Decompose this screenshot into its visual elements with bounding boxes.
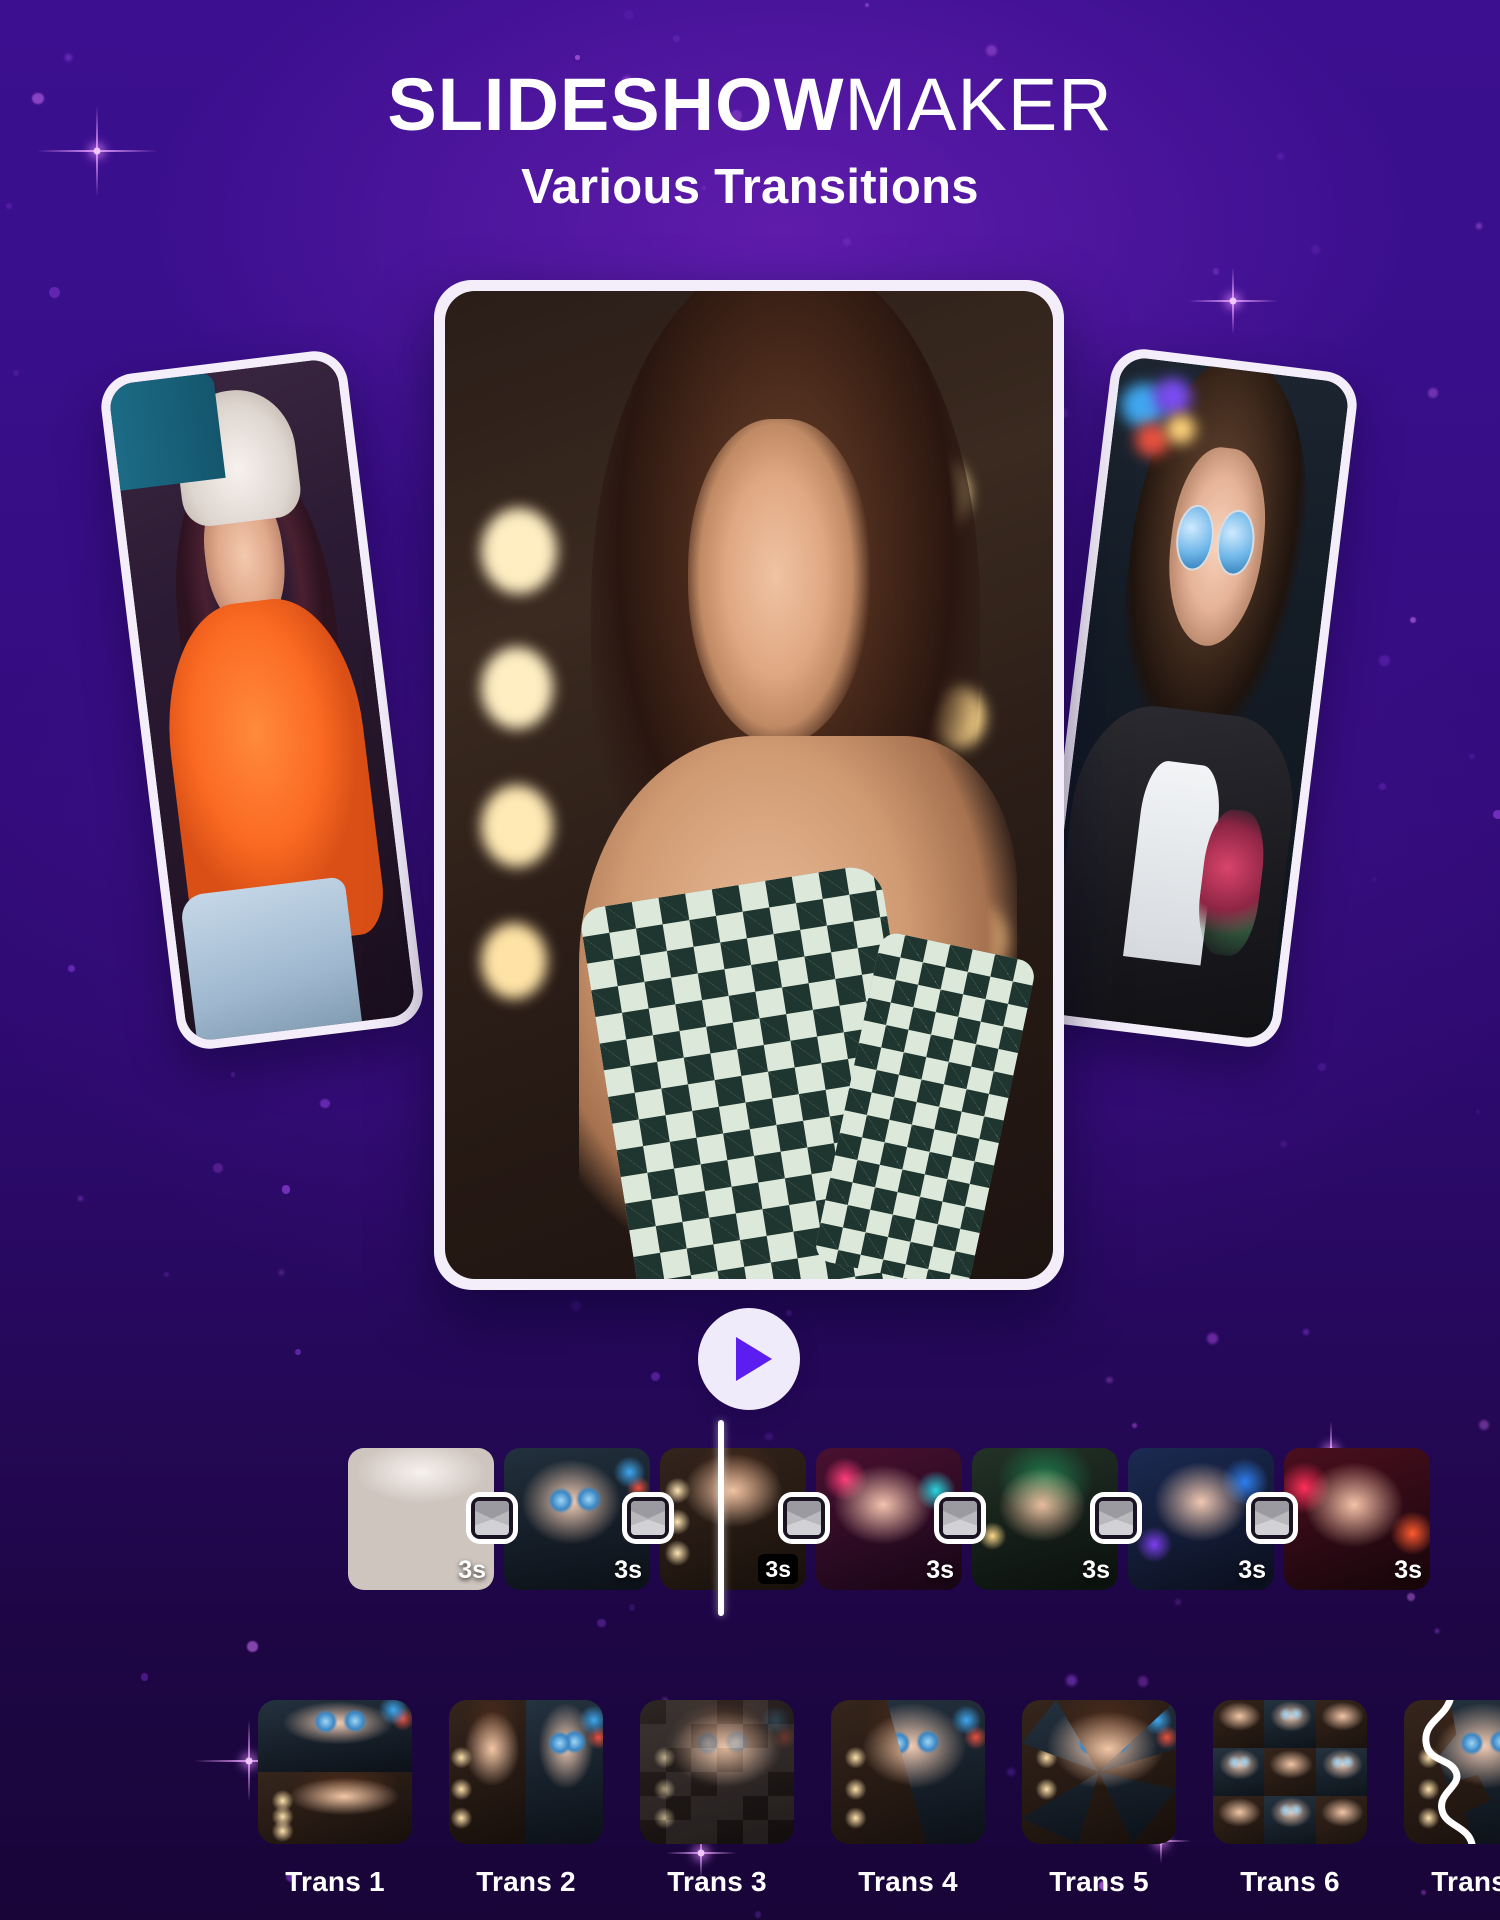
transition-preview-thumbnail [258,1700,412,1844]
transition-preview-thumbnail [1022,1700,1176,1844]
transition-option[interactable]: Trans 5 [1022,1700,1176,1898]
left-preview-photo [107,357,417,1043]
center-preview-screen [445,291,1053,1279]
clip-duration-label: 3s [458,1556,486,1584]
transition-option[interactable]: Trans 3 [640,1700,794,1898]
transition-icon-glyph [1099,1501,1133,1535]
transition-icon-glyph [1255,1501,1289,1535]
timeline[interactable]: 3s 3s 3s 3s 3s 3s 3s [0,1420,1500,1616]
transition-preview-thumbnail [831,1700,985,1844]
header: SLIDESHOWMAKER Various Transitions [0,0,1500,216]
tile-grid [1213,1700,1367,1844]
page-title: SLIDESHOWMAKER [0,62,1500,148]
transition-preview-thumbnail [449,1700,603,1844]
play-button[interactable] [698,1308,800,1410]
left-preview-screen [107,357,417,1043]
right-preview-screen [1041,355,1351,1041]
transition-option-label: Trans 4 [858,1866,958,1897]
timeline-playhead[interactable] [718,1420,724,1616]
center-preview-phone[interactable] [434,280,1064,1290]
clip-duration-label: 3s [614,1556,642,1584]
left-preview-phone[interactable] [97,347,427,1053]
right-preview-phone[interactable] [1031,345,1361,1051]
transition-option[interactable]: Trans 6 [1213,1700,1367,1898]
transition-option[interactable]: Trans 1 [258,1700,412,1898]
transition-option-label: Trans 5 [1049,1866,1149,1897]
transition-icon-frame [939,1497,981,1539]
clip-duration-label: 3s [1238,1556,1266,1584]
phone-previews [0,270,1500,1290]
transition-option-label: Trans 7 [1431,1866,1500,1897]
transition-fade-icon[interactable] [778,1492,830,1544]
transition-fade-icon[interactable] [622,1492,674,1544]
transition-preview-thumbnail [1404,1700,1500,1844]
timeline-track[interactable]: 3s 3s 3s 3s 3s 3s 3s [348,1448,1442,1590]
transition-icon-glyph [943,1501,977,1535]
transition-icon-frame [627,1497,669,1539]
transition-icon-glyph [475,1501,509,1535]
blob-outline [1404,1700,1500,1844]
transition-option[interactable]: Trans 7 [1404,1700,1500,1898]
play-icon [735,1337,772,1381]
transition-icon-glyph [787,1501,821,1535]
transition-fade-icon[interactable] [1246,1492,1298,1544]
transition-option-label: Trans 1 [285,1866,385,1897]
clip-duration-label: 3s [926,1556,954,1584]
transition-option-label: Trans 2 [476,1866,576,1897]
center-preview-photo [445,291,1053,1279]
clip-duration-label: 3s [1394,1556,1422,1584]
transition-icon-frame [1251,1497,1293,1539]
transition-fade-icon[interactable] [1090,1492,1142,1544]
page-subtitle: Various Transitions [521,160,979,214]
transition-icon-frame [1095,1497,1137,1539]
transition-option-label: Trans 6 [1240,1866,1340,1897]
transition-preview-thumbnail [640,1700,794,1844]
transitions-track[interactable]: Trans 1 Trans 2 Trans 3 Trans 4 Trans 5 Trans… [258,1700,1500,1898]
title-light-part: MAKER [844,63,1113,146]
title-bold-part: SLIDESHOW [387,63,845,146]
transition-icon-frame [783,1497,825,1539]
right-preview-photo [1041,355,1351,1041]
transition-icon-frame [471,1497,513,1539]
transition-preview-thumbnail [1213,1700,1367,1844]
transition-option[interactable]: Trans 4 [831,1700,985,1898]
transition-option-label: Trans 3 [667,1866,767,1897]
transition-fade-icon[interactable] [466,1492,518,1544]
clip-duration-label: 3s [1082,1556,1110,1584]
clip-duration-label: 3s [758,1554,798,1584]
transition-option[interactable]: Trans 2 [449,1700,603,1898]
transition-icon-glyph [631,1501,665,1535]
transition-fade-icon[interactable] [934,1492,986,1544]
timeline-clip[interactable]: 3s [1284,1448,1430,1590]
